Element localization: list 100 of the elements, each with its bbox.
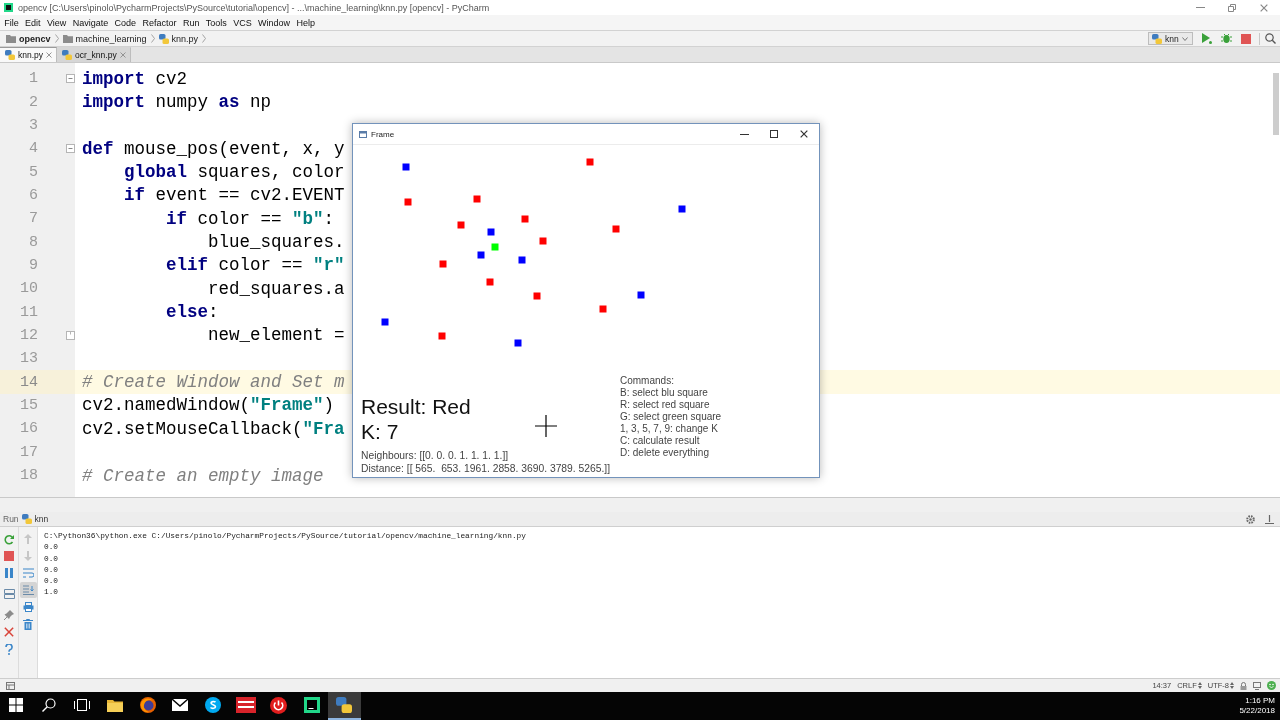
close-tab-icon[interactable] <box>46 52 53 58</box>
smiley-icon[interactable] <box>1267 681 1276 690</box>
chevron-right-icon <box>150 34 155 43</box>
line-number: 17 <box>19 442 38 463</box>
close-icon <box>800 130 808 138</box>
menu-item[interactable]: Refactor <box>139 17 180 28</box>
lock-icon[interactable] <box>1240 681 1247 690</box>
folder-icon <box>106 698 123 712</box>
clock-time[interactable]: 1:16 PM <box>1245 696 1275 706</box>
menu-item[interactable]: Tools <box>202 17 230 28</box>
stop-icon <box>4 551 14 561</box>
bug-icon <box>1220 33 1232 44</box>
menu-item[interactable]: Window <box>254 17 294 28</box>
taskbar-app-button[interactable] <box>327 692 361 720</box>
rerun-icon <box>3 533 15 545</box>
distance-text: Distance: [[ 565. 653. 1961. 2858. 3690. 3789. 5265.]] <box>361 462 611 475</box>
scroll-to-end-button[interactable] <box>19 582 37 598</box>
scrollbar-thumb[interactable] <box>1273 73 1279 135</box>
fold-minus-icon[interactable] <box>66 74 75 84</box>
arrow-up-icon <box>24 534 32 544</box>
command-text: B: select blu square <box>620 387 708 399</box>
arrow-down-icon <box>24 551 32 561</box>
close-icon <box>1260 3 1268 12</box>
help-icon <box>5 643 13 655</box>
search-icon <box>1264 33 1276 44</box>
line-number: 16 <box>19 419 38 440</box>
maximize-icon <box>770 130 778 138</box>
menu-item[interactable]: Run <box>179 17 203 28</box>
python-icon <box>1152 33 1162 44</box>
line-number: 12 <box>19 325 38 346</box>
printer-icon <box>22 602 34 612</box>
clock-date[interactable]: 5/22/2018 <box>1239 706 1275 716</box>
ide-tile-icon <box>303 697 320 713</box>
command-text: C: calculate result <box>620 435 700 447</box>
app-logo-icon <box>4 3 13 12</box>
run-config-tab[interactable]: knn <box>34 514 49 524</box>
command-text: 1, 3, 5, 7, 9: change K <box>620 423 718 435</box>
close-tab-icon[interactable] <box>119 52 126 58</box>
menu-item[interactable]: Help <box>293 17 319 28</box>
menu-item[interactable]: Navigate <box>69 17 112 28</box>
fold-minus-icon[interactable] <box>66 144 75 154</box>
file-tab[interactable]: ocr_knn.py <box>57 47 131 62</box>
circle-logo-icon <box>205 697 222 713</box>
pin-icon <box>4 610 14 620</box>
line-number: 10 <box>19 279 38 300</box>
debug-button[interactable] <box>1220 32 1232 45</box>
run-config-dropdown[interactable]: knn <box>1148 32 1193 45</box>
line-number: 5 <box>28 162 38 183</box>
code-line: if color == "b": <box>166 208 335 229</box>
line-number: 7 <box>28 209 38 230</box>
windows-logo-icon <box>9 698 24 712</box>
code-line: import cv2 <box>82 68 188 89</box>
python-icon <box>336 697 353 713</box>
line-number: 4 <box>28 139 38 160</box>
minimize-icon <box>1195 7 1205 8</box>
menu-item[interactable]: Edit <box>21 17 44 28</box>
python-file-icon <box>5 50 15 60</box>
breadcrumb-item[interactable]: opencv <box>6 33 51 44</box>
run-button[interactable] <box>1201 32 1213 45</box>
folder-icon <box>6 34 16 43</box>
menu-item[interactable]: Code <box>111 17 140 28</box>
settings-icon[interactable] <box>1245 513 1256 525</box>
breadcrumb-item[interactable]: machine_learning <box>62 33 147 44</box>
fold-end-icon[interactable] <box>66 330 75 340</box>
code-line: elif color == "r" <box>166 255 345 276</box>
code-line: new_element = <box>208 325 345 346</box>
menu-item[interactable]: VCS <box>230 17 255 28</box>
line-number: 18 <box>19 466 38 486</box>
file-tab[interactable]: knn.py <box>0 47 58 62</box>
code-line: cv2.namedWindow("Frame") <box>82 395 335 416</box>
stop-button[interactable] <box>1240 32 1252 45</box>
up-down-icon <box>1230 682 1234 689</box>
code-line: blue_squares. <box>208 232 345 253</box>
play-icon <box>1202 33 1212 44</box>
line-number: 6 <box>28 185 38 206</box>
power-icon <box>270 696 288 714</box>
code-line: if event == cv2.EVENT <box>124 185 345 206</box>
globe-logo-icon <box>139 697 156 713</box>
mail-icon <box>172 699 189 711</box>
code-line: # Create an empty image <box>82 465 324 486</box>
search-icon <box>42 698 57 712</box>
tool-windows-icon[interactable] <box>6 681 15 690</box>
search-button[interactable] <box>1264 32 1276 45</box>
task-view-icon <box>74 699 90 711</box>
command-text: G: select green square <box>620 411 722 423</box>
monitor-icon[interactable] <box>1253 681 1261 690</box>
menu-item[interactable]: File <box>1 17 22 28</box>
k-value-text: K: 7 <box>361 419 399 444</box>
command-text: D: delete everything <box>620 447 709 459</box>
up-down-icon <box>1197 682 1202 689</box>
menu-item[interactable]: View <box>43 17 70 28</box>
scroll-end-icon <box>22 585 34 595</box>
code-line: global squares, color <box>124 162 345 183</box>
python-file-icon <box>158 33 169 44</box>
breadcrumb-item[interactable]: knn.py <box>158 33 199 44</box>
code-line: import numpy as np <box>82 92 272 112</box>
trash-icon <box>23 618 33 630</box>
hide-panel-icon[interactable] <box>1265 514 1274 524</box>
code-line: else: <box>166 302 219 323</box>
python-icon <box>21 514 32 524</box>
